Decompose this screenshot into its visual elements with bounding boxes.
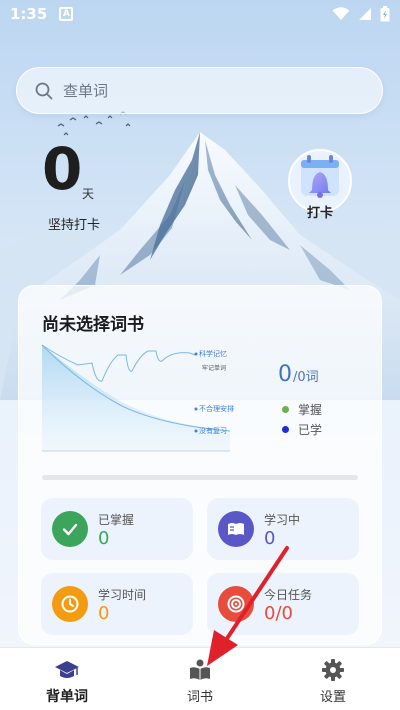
wifi-icon	[332, 7, 350, 20]
word-count-value: 0	[278, 362, 292, 387]
legend-dot-learned	[282, 426, 289, 433]
curve-label-remember: 牢记单词	[202, 364, 226, 372]
stat-label: 学习中	[264, 513, 301, 527]
stat-value: 0	[98, 603, 110, 624]
stat-value: 0	[98, 528, 110, 549]
search-input[interactable]: 查单词	[16, 67, 383, 114]
stat-label: 已掌握	[98, 513, 135, 527]
legend-learned: 已学	[282, 421, 322, 438]
forgetting-curve-chart: 科学记忆 牢记单词 不合理安排 没有复习	[41, 344, 234, 452]
search-placeholder: 查单词	[63, 82, 109, 100]
nav-tab-settings[interactable]: 设置	[283, 648, 383, 710]
target-icon	[218, 586, 254, 622]
stat-tile-mastered[interactable]: 已掌握 0	[41, 498, 193, 560]
nav-label: 背单词	[46, 689, 88, 705]
stat-value: 0/0	[264, 603, 293, 624]
check-icon	[52, 511, 88, 547]
stat-tile-today-task[interactable]: 今日任务 0/0	[207, 573, 359, 635]
gear-icon	[322, 659, 344, 681]
legend-label-learned: 已学	[298, 423, 323, 437]
curve-label-unreasonable: 不合理安排	[199, 404, 234, 413]
nav-tab-memorize[interactable]: 背单词	[17, 648, 117, 710]
battery-icon	[380, 6, 390, 22]
bottom-nav: 背单词 词书 设置	[0, 647, 400, 710]
stat-value: 0	[264, 528, 276, 549]
legend-label-mastered: 掌握	[298, 403, 323, 417]
book-open-icon	[218, 511, 254, 547]
nav-label: 设置	[319, 690, 346, 705]
streak-days-unit: 天	[82, 187, 95, 201]
word-count: 0 /0词	[278, 362, 319, 387]
signal-icon	[359, 8, 371, 20]
notification-icon: A	[59, 7, 74, 21]
book-reader-icon	[190, 659, 210, 680]
progress-bar	[42, 475, 358, 480]
stat-label: 学习时间	[98, 588, 147, 602]
streak-label: 坚持打卡	[48, 218, 101, 233]
word-count-total: /0词	[293, 370, 319, 385]
stat-tile-learning[interactable]: 学习中 0	[207, 498, 359, 560]
legend-dot-mastered	[282, 406, 289, 413]
clock-icon	[52, 586, 88, 622]
checkin-button[interactable]: 打卡	[287, 148, 353, 221]
graduation-cap-icon	[55, 661, 79, 678]
nav-label: 词书	[186, 690, 213, 705]
status-time: 1:35	[10, 5, 48, 23]
status-bar: 1:35 A	[0, 0, 400, 28]
stat-tile-study-time[interactable]: 学习时间 0	[41, 573, 193, 635]
stat-label: 今日任务	[264, 588, 313, 602]
checkin-label: 打卡	[306, 206, 333, 221]
wordbook-title[interactable]: 尚未选择词书	[42, 310, 144, 335]
streak-days-value: 0	[42, 135, 83, 203]
curve-label-scientific: 科学记忆	[199, 349, 227, 358]
legend-mastered: 掌握	[282, 401, 322, 418]
curve-label-no-review: 没有复习	[199, 426, 227, 435]
search-icon	[35, 82, 53, 99]
nav-tab-wordbook[interactable]: 词书	[150, 648, 250, 710]
